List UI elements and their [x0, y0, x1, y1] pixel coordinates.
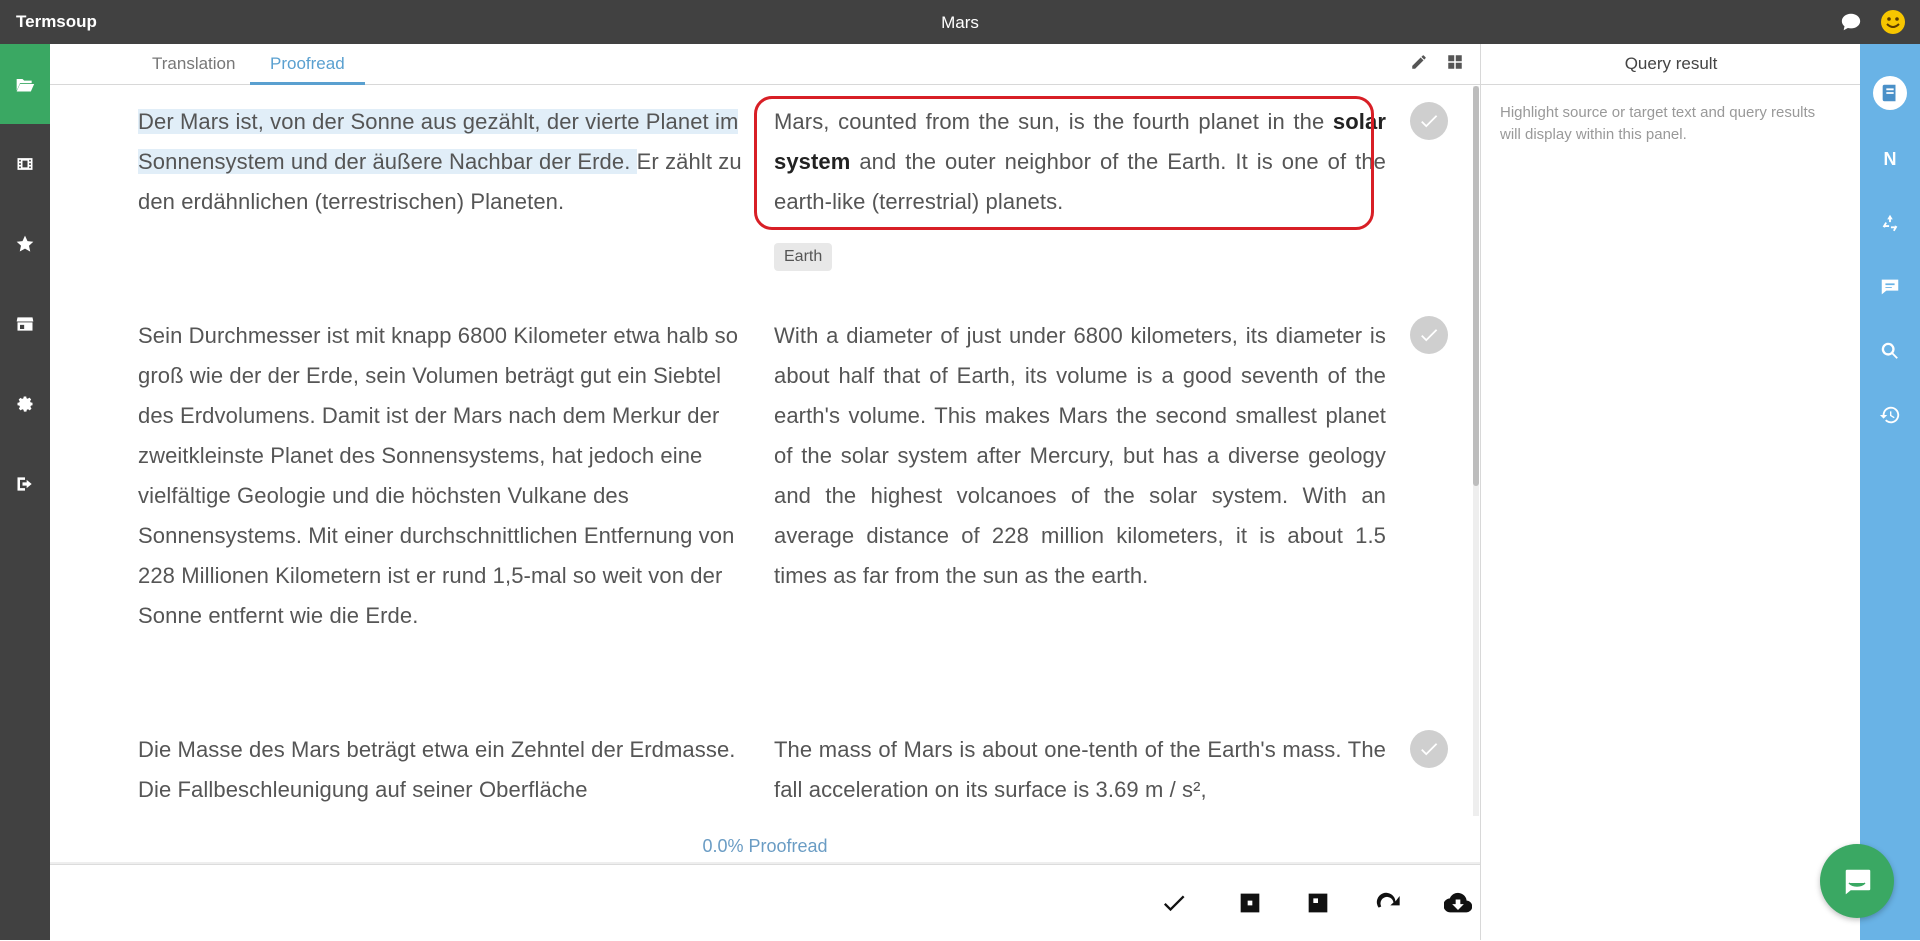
source-text[interactable]: Die Masse des Mars beträgt etwa ein Zehn… [138, 730, 748, 810]
scrollbar-thumb[interactable] [1473, 86, 1479, 486]
square-icon [1240, 893, 1260, 913]
download-button[interactable] [1442, 887, 1474, 919]
checkmark-icon [1421, 115, 1438, 128]
comments-button[interactable] [1875, 272, 1905, 302]
redo-button[interactable] [1372, 887, 1404, 919]
top-bar: Termsoup Mars [0, 0, 1920, 44]
recycle-icon [1882, 214, 1898, 232]
term-tag[interactable]: Earth [774, 243, 833, 271]
history-icon [1879, 406, 1900, 424]
segment-row: Sein Durchmesser ist mit knapp 6800 Kilo… [50, 316, 1470, 646]
recycle-button[interactable] [1875, 208, 1905, 238]
target-text[interactable]: Mars, counted from the sun, is the fourt… [774, 102, 1386, 222]
source-text[interactable]: Der Mars ist, von der Sonne aus gezählt,… [138, 102, 748, 222]
proofread-progress: 0.0% Proofread [50, 836, 1480, 857]
nav-folder[interactable] [0, 44, 50, 124]
tab-tools [1410, 53, 1464, 71]
nav-store[interactable] [0, 284, 50, 364]
checkmark-icon [1421, 329, 1438, 342]
square-minus-icon [1308, 893, 1328, 913]
smiley-icon[interactable] [1880, 9, 1906, 35]
confirm-segment-button[interactable] [1410, 316, 1448, 354]
glossary-button[interactable] [1873, 76, 1907, 110]
target-text[interactable]: With a diameter of just under 6800 kilom… [774, 316, 1386, 596]
nav-sign-out[interactable] [0, 444, 50, 524]
segment-row: Die Masse des Mars beträgt etwa ein Zehn… [50, 730, 1470, 816]
checkmark-icon [1163, 895, 1185, 912]
history-button[interactable] [1875, 400, 1905, 430]
redo-icon [1376, 892, 1400, 908]
segment-row: Der Mars ist, von der Sonne aus gezählt,… [50, 86, 1470, 296]
target-text-part[interactable]: Mars, counted from the sun, is the fourt… [774, 109, 1333, 134]
mode-tabs: Translation Proofread [50, 44, 1480, 85]
bottom-toolbar [50, 864, 1480, 941]
query-panel-title: Query result [1481, 44, 1861, 85]
target-text-part[interactable]: and the outer neighbor of the Earth. It … [774, 149, 1386, 214]
square-minus-button[interactable] [1302, 887, 1334, 919]
nav-favorites[interactable] [0, 204, 50, 284]
folder-open-icon [16, 79, 35, 92]
star-icon [16, 235, 34, 252]
nav-film[interactable] [0, 124, 50, 204]
checkmark-icon [1421, 743, 1438, 756]
right-sidebar: N [1860, 44, 1920, 940]
grid-icon[interactable] [1446, 53, 1464, 71]
query-panel-hint: Highlight source or target text and quer… [1500, 104, 1816, 143]
search-button[interactable] [1875, 336, 1905, 366]
chat-icon[interactable] [1840, 11, 1862, 33]
search-icon [1881, 342, 1898, 359]
document-title: Mars [941, 13, 979, 32]
left-sidebar [0, 44, 50, 940]
segment-scrollbar[interactable] [1473, 86, 1479, 816]
confirm-segment-button[interactable] [1410, 102, 1448, 140]
store-icon [16, 317, 34, 331]
source-text[interactable]: Sein Durchmesser ist mit knapp 6800 Kilo… [138, 316, 748, 636]
progress-percent: 0.0% [702, 836, 744, 856]
nav-settings[interactable] [0, 364, 50, 444]
tab-proofread[interactable]: Proofread [250, 54, 365, 85]
gear-icon [17, 396, 33, 412]
confirm-segment-button[interactable] [1410, 730, 1448, 768]
tab-translation[interactable]: Translation [132, 54, 255, 82]
segment-list: Der Mars ist, von der Sonne aus gezählt,… [50, 86, 1470, 816]
progress-label: Proofread [748, 836, 828, 856]
film-icon [17, 158, 33, 170]
n-icon: N [1883, 148, 1897, 169]
book-icon [1882, 84, 1896, 102]
comment-icon [1881, 279, 1899, 295]
query-result-panel: Query result Highlight source or target … [1480, 44, 1861, 940]
sign-out-icon [17, 477, 32, 491]
support-chat-button[interactable] [1820, 844, 1894, 918]
notes-button[interactable]: N [1875, 144, 1905, 174]
confirm-all-button[interactable] [1158, 887, 1190, 919]
target-text[interactable]: The mass of Mars is about one-tenth of t… [774, 730, 1386, 810]
pencil-icon[interactable] [1410, 53, 1428, 71]
cloud-download-icon [1444, 892, 1472, 913]
chat-icon [1844, 868, 1872, 898]
square-button[interactable] [1234, 887, 1266, 919]
